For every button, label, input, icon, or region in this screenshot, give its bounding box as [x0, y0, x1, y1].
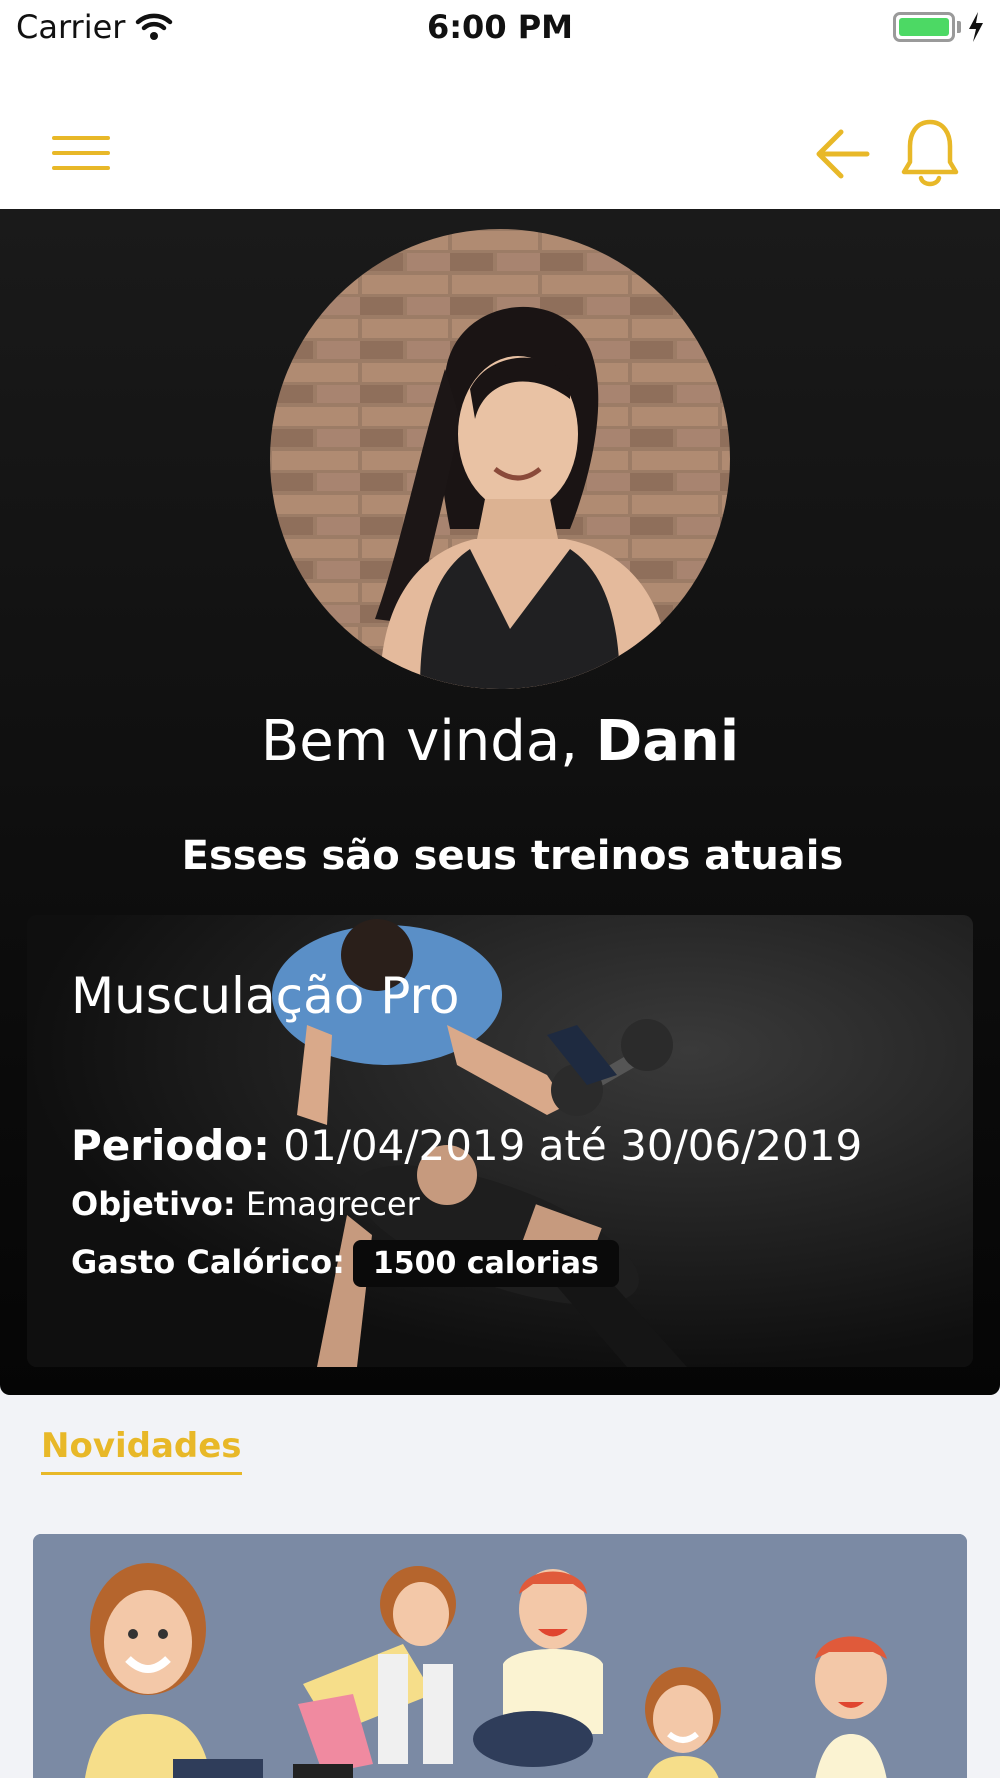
avatar[interactable]: [270, 229, 730, 689]
battery-icon: [893, 12, 955, 42]
calories-badge: 1500 calorias: [352, 1240, 619, 1287]
bell-icon[interactable]: [900, 118, 960, 190]
news-card[interactable]: [33, 1534, 967, 1778]
news-section-title[interactable]: Novidades: [41, 1426, 242, 1475]
welcome-message: Bem vinda, Dani: [0, 709, 1000, 774]
back-arrow-icon[interactable]: [813, 126, 871, 182]
section-title: Esses são seus treinos atuais: [181, 833, 844, 879]
calories-label: Gasto Calórico:: [71, 1243, 345, 1281]
workout-card[interactable]: Musculação Pro Periodo: 01/04/2019 até 3…: [27, 915, 973, 1367]
workout-period: Periodo: 01/04/2019 até 30/06/2019: [71, 1121, 862, 1170]
period-value: 01/04/2019 até 30/06/2019: [269, 1121, 863, 1170]
nav-bar: [0, 56, 1000, 209]
status-time: 6:00 PM: [426, 8, 574, 46]
charging-bolt-icon: [969, 12, 983, 42]
hero-section: Bem vinda, Dani Esses são seus treinos a…: [0, 209, 1000, 1395]
workout-title: Musculação Pro: [71, 967, 460, 1025]
user-name: Dani: [595, 709, 740, 774]
news-illustration: [33, 1534, 967, 1778]
workout-goal: Objetivo: Emagrecer: [71, 1185, 420, 1223]
battery-nub: [957, 21, 961, 33]
greeting-text: Bem vinda,: [260, 709, 596, 774]
hamburger-menu-icon[interactable]: [52, 134, 110, 172]
goal-value: Emagrecer: [235, 1185, 420, 1223]
goal-label: Objetivo:: [71, 1185, 236, 1223]
period-label: Periodo:: [71, 1121, 270, 1170]
avatar-photo: [270, 229, 730, 689]
status-bar: Carrier 6:00 PM: [0, 0, 1000, 56]
workout-calories: Gasto Calórico: 1500 calorias: [71, 1240, 619, 1287]
